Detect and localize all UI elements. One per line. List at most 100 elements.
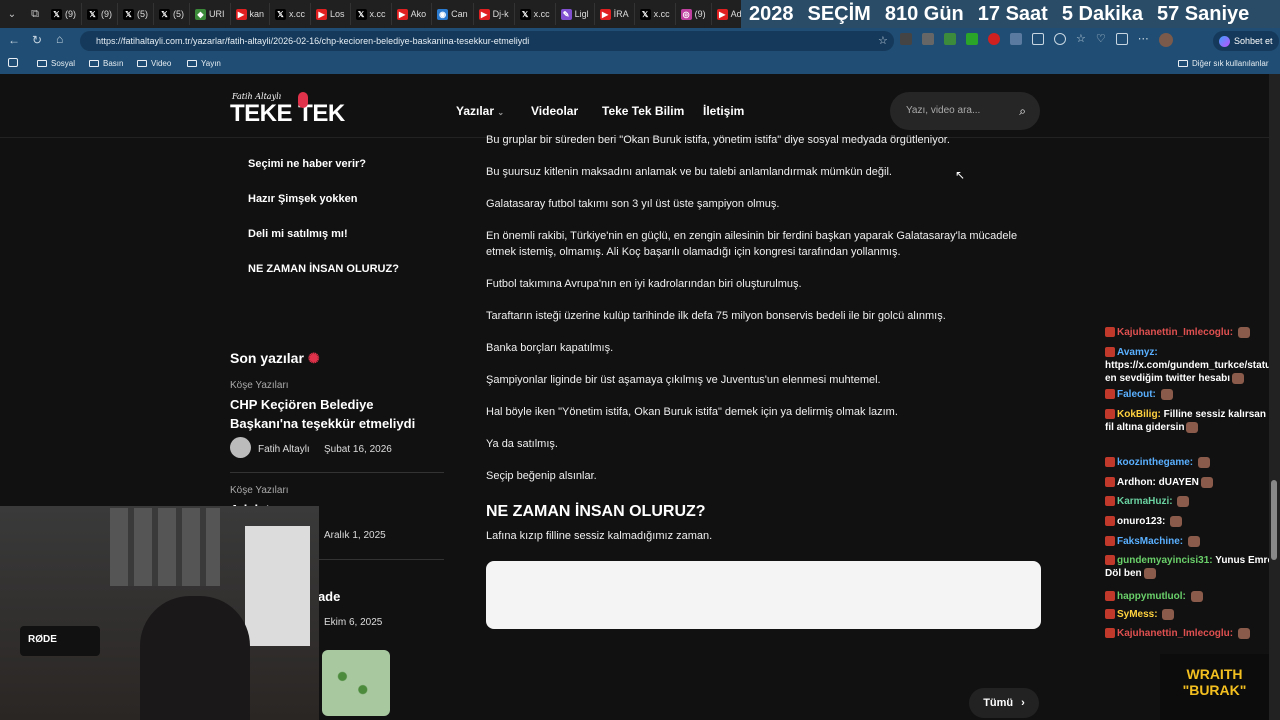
chat-text: dUAYEN xyxy=(1158,477,1199,488)
author-avatar[interactable] xyxy=(230,437,251,458)
browser-tab[interactable]: ▶ İRA xyxy=(595,3,635,25)
post-date: Aralık 1, 2025 xyxy=(324,530,386,541)
extension-icon[interactable] xyxy=(922,33,934,45)
browser-tab[interactable]: ▶ Dj-k xyxy=(474,3,515,25)
browser-tab[interactable]: ✎ Ligl xyxy=(556,3,595,25)
chat-username: Faleout: xyxy=(1117,389,1156,400)
all-posts-button[interactable]: Tümü › xyxy=(969,688,1039,718)
chat-emote-icon xyxy=(1200,476,1213,488)
nav-videos[interactable]: Videolar xyxy=(531,104,578,118)
browser-tab[interactable]: 𝕏x.cc xyxy=(351,3,392,25)
bookmark-folder-video[interactable]: Video xyxy=(137,59,171,68)
article-paragraph: Seçip beğenip alsınlar. xyxy=(486,470,597,482)
favorites-icon[interactable]: ☆ xyxy=(1076,33,1086,47)
nav-science[interactable]: Teke Tek Bilim xyxy=(602,104,684,118)
browser-tab[interactable]: ▶ kan xyxy=(231,3,271,25)
sidebar-link[interactable]: Deli mi satılmış mı! xyxy=(248,228,348,240)
url-input[interactable]: https://fatihaltayli.com.tr/yazarlar/fat… xyxy=(80,31,894,51)
tab-label: (5) xyxy=(173,9,184,19)
web-page: Fatih Altaylı TEKE TEK Yazılar ⌄ Videola… xyxy=(0,74,1269,720)
badge-line2: "BURAK" xyxy=(1182,682,1247,698)
x-icon: 𝕏 xyxy=(159,8,170,20)
extension-icon[interactable] xyxy=(1010,33,1022,45)
browser-tab[interactable]: ◆ URI xyxy=(190,3,231,25)
recent-heading: Son yazılar ✺ xyxy=(230,350,320,367)
chat-badge-icon xyxy=(1105,516,1115,527)
post-thumbnail[interactable] xyxy=(322,650,390,716)
browser-tab[interactable]: ◉ Can xyxy=(432,3,474,25)
browser-tab[interactable]: ◎ (9) xyxy=(676,3,712,25)
bookmark-label: Diğer sık kullanılanlar xyxy=(1192,59,1269,68)
browser-tab[interactable]: 𝕏x.cc xyxy=(635,3,676,25)
youtube-icon: ▶ xyxy=(599,8,611,20)
browser-tab[interactable]: ▶ Los xyxy=(311,3,351,25)
browser-tab[interactable]: 𝕏 (5) xyxy=(118,3,154,25)
browser-tab[interactable]: ▶ Ako xyxy=(392,3,433,25)
chat-badge-icon xyxy=(1105,409,1115,420)
nav-articles[interactable]: Yazılar ⌄ xyxy=(456,104,504,118)
chat-username: gundemyayincisi31: xyxy=(1117,555,1213,566)
nav-contact[interactable]: İletişim xyxy=(703,104,744,118)
chat-message: onuro123: xyxy=(1105,515,1269,528)
tab-label: URI xyxy=(209,9,225,19)
tab-actions-icon[interactable]: ⌄ xyxy=(0,3,24,25)
post-category[interactable]: Köşe Yazıları xyxy=(230,485,289,496)
bookmark-folder-press[interactable]: Basın xyxy=(89,59,123,68)
logo-text: TEKE TEK xyxy=(230,100,345,127)
back-icon[interactable]: ← xyxy=(8,33,20,47)
globe-icon: ◉ xyxy=(437,8,449,20)
site-search-input[interactable]: Yazı, video ara... ⌕ xyxy=(890,92,1040,130)
profile-avatar[interactable] xyxy=(1158,33,1173,47)
chat-message: Kajuhanettin_Imlecoglu: xyxy=(1105,627,1269,640)
browser-tab[interactable]: 𝕏x.cc xyxy=(270,3,312,25)
chat-username: KokBilig: xyxy=(1117,409,1161,420)
folder-icon xyxy=(187,60,197,67)
x-icon: 𝕏 xyxy=(519,8,531,20)
x-icon: 𝕏 xyxy=(355,8,367,20)
favorite-star-icon[interactable]: ☆ xyxy=(878,31,888,51)
sidebar-link[interactable]: Hazır Şimşek yokken xyxy=(248,193,357,205)
extensions-icon[interactable] xyxy=(1054,33,1066,45)
embedded-tweet-card[interactable] xyxy=(486,561,1041,629)
extension-icon[interactable] xyxy=(966,33,978,45)
scrollbar-thumb[interactable] xyxy=(1271,480,1277,560)
sidebar-link[interactable]: Seçimi ne haber verir? xyxy=(248,158,366,170)
browser-tab[interactable]: 𝕏 (9) xyxy=(46,3,82,25)
x-icon: 𝕏 xyxy=(275,8,287,20)
tab-label: kan xyxy=(249,9,265,19)
tab-label: Los xyxy=(330,9,345,19)
bookmark-folder-social[interactable]: Sosyal xyxy=(37,59,75,68)
tab-label: x.cc xyxy=(369,9,386,19)
microphone-arm: RØDE xyxy=(20,626,100,656)
sidebar-link[interactable]: NE ZAMAN İNSAN OLURUZ? xyxy=(248,263,399,275)
post-category[interactable]: Köşe Yazıları xyxy=(230,380,289,391)
browser-essentials-icon[interactable]: ♡ xyxy=(1096,33,1106,47)
post-title[interactable]: CHP Keçiören Belediye Başkanı'na teşekkü… xyxy=(230,395,445,433)
article-paragraph: Bu gruplar bir süreden beri "Okan Buruk … xyxy=(486,134,950,146)
home-icon[interactable]: ⌂ xyxy=(56,32,63,46)
more-icon[interactable]: ⋯ xyxy=(1138,33,1149,47)
article-paragraph: Galatasaray futbol takımı son 3 yıl üst … xyxy=(486,198,780,210)
collections-icon[interactable] xyxy=(1115,33,1128,45)
chat-emote-icon xyxy=(1177,495,1190,507)
nav-label: Yazılar xyxy=(456,104,495,118)
post-author[interactable]: Fatih Altaylı xyxy=(258,444,310,455)
page-scrollbar[interactable] xyxy=(1269,74,1280,720)
extension-icon[interactable] xyxy=(988,33,1000,45)
extension-icon[interactable] xyxy=(900,33,912,45)
extension-icon[interactable] xyxy=(944,33,956,45)
site-logo[interactable]: Fatih Altaylı TEKE TEK xyxy=(230,92,365,127)
refresh-icon[interactable]: ↻ xyxy=(32,33,42,47)
reading-list-icon[interactable] xyxy=(8,58,18,67)
browser-tab[interactable]: 𝕏x.cc xyxy=(515,3,556,25)
copilot-button[interactable]: Sohbet et xyxy=(1213,31,1279,51)
split-screen-icon[interactable] xyxy=(1032,33,1044,45)
browser-tab[interactable]: 𝕏 (5) xyxy=(154,3,190,25)
folder-icon xyxy=(1178,60,1188,67)
bookmark-label: Sosyal xyxy=(51,59,76,68)
bookmark-folder-publish[interactable]: Yayın xyxy=(187,59,221,68)
browser-tab[interactable]: 𝕏 (9) xyxy=(82,3,118,25)
other-bookmarks[interactable]: Diğer sık kullanılanlar xyxy=(1178,59,1268,68)
search-icon[interactable]: ⌕ xyxy=(1019,92,1026,130)
workspaces-icon[interactable]: ⧉ xyxy=(24,3,46,25)
